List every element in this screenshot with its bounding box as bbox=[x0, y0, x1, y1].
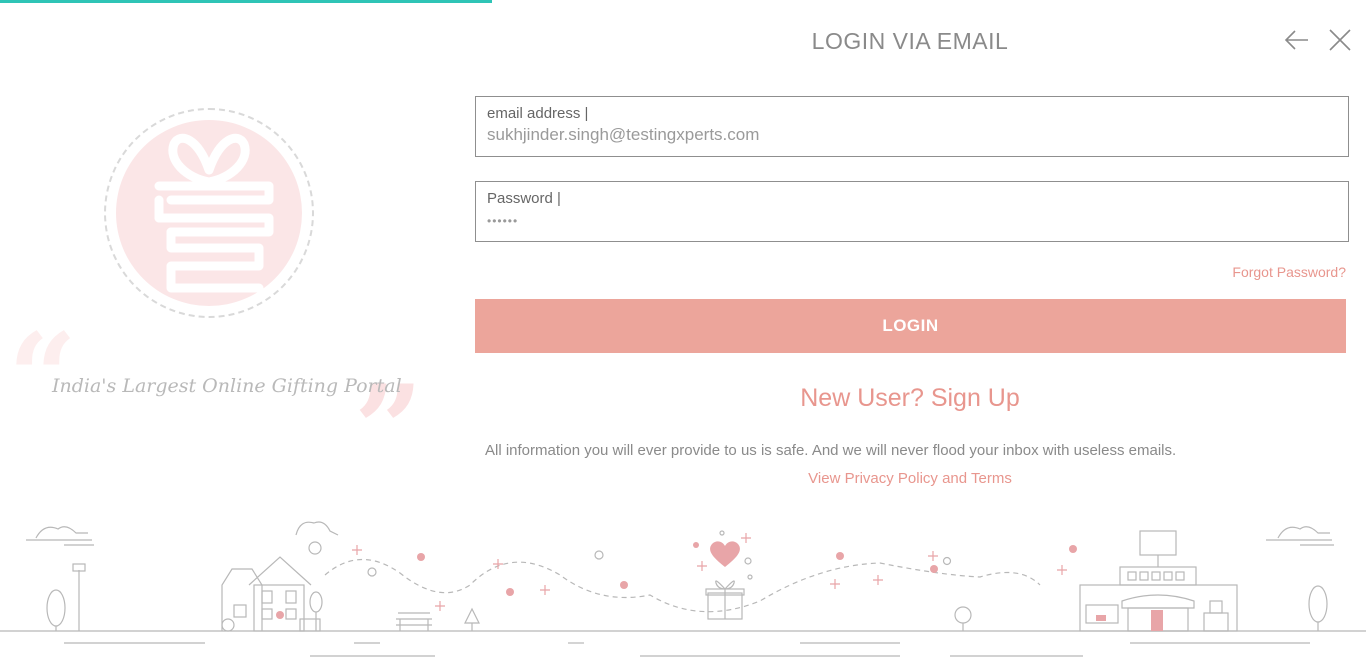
city-illustration bbox=[0, 521, 1366, 657]
close-icon bbox=[1329, 29, 1351, 51]
page-title: LOGIN VIA EMAIL bbox=[811, 28, 1009, 54]
privacy-policy-link[interactable]: View Privacy Policy and Terms bbox=[700, 470, 1120, 487]
email-label: email address | bbox=[487, 105, 589, 122]
gift-logo-icon bbox=[116, 120, 302, 306]
password-field[interactable]: Password | bbox=[475, 181, 1349, 242]
forgot-password-link[interactable]: Forgot Password? bbox=[1150, 264, 1346, 280]
email-field[interactable]: email address | bbox=[475, 96, 1349, 157]
email-input[interactable] bbox=[487, 125, 1327, 145]
password-label: Password | bbox=[487, 190, 561, 207]
privacy-info-text: All information you will ever provide to… bbox=[485, 442, 1177, 459]
close-button[interactable] bbox=[1326, 26, 1354, 54]
arrow-left-icon bbox=[1284, 30, 1308, 50]
login-button[interactable]: LOGIN bbox=[475, 299, 1346, 353]
brand-panel: “ ” India's Largest Online Gifting Porta… bbox=[0, 0, 460, 500]
password-input[interactable] bbox=[487, 214, 1327, 228]
brand-logo bbox=[104, 108, 314, 318]
signup-link[interactable]: New User? Sign Up bbox=[700, 384, 1120, 413]
brand-tagline: India's Largest Online Gifting Portal bbox=[52, 375, 402, 397]
back-button[interactable] bbox=[1283, 26, 1311, 54]
